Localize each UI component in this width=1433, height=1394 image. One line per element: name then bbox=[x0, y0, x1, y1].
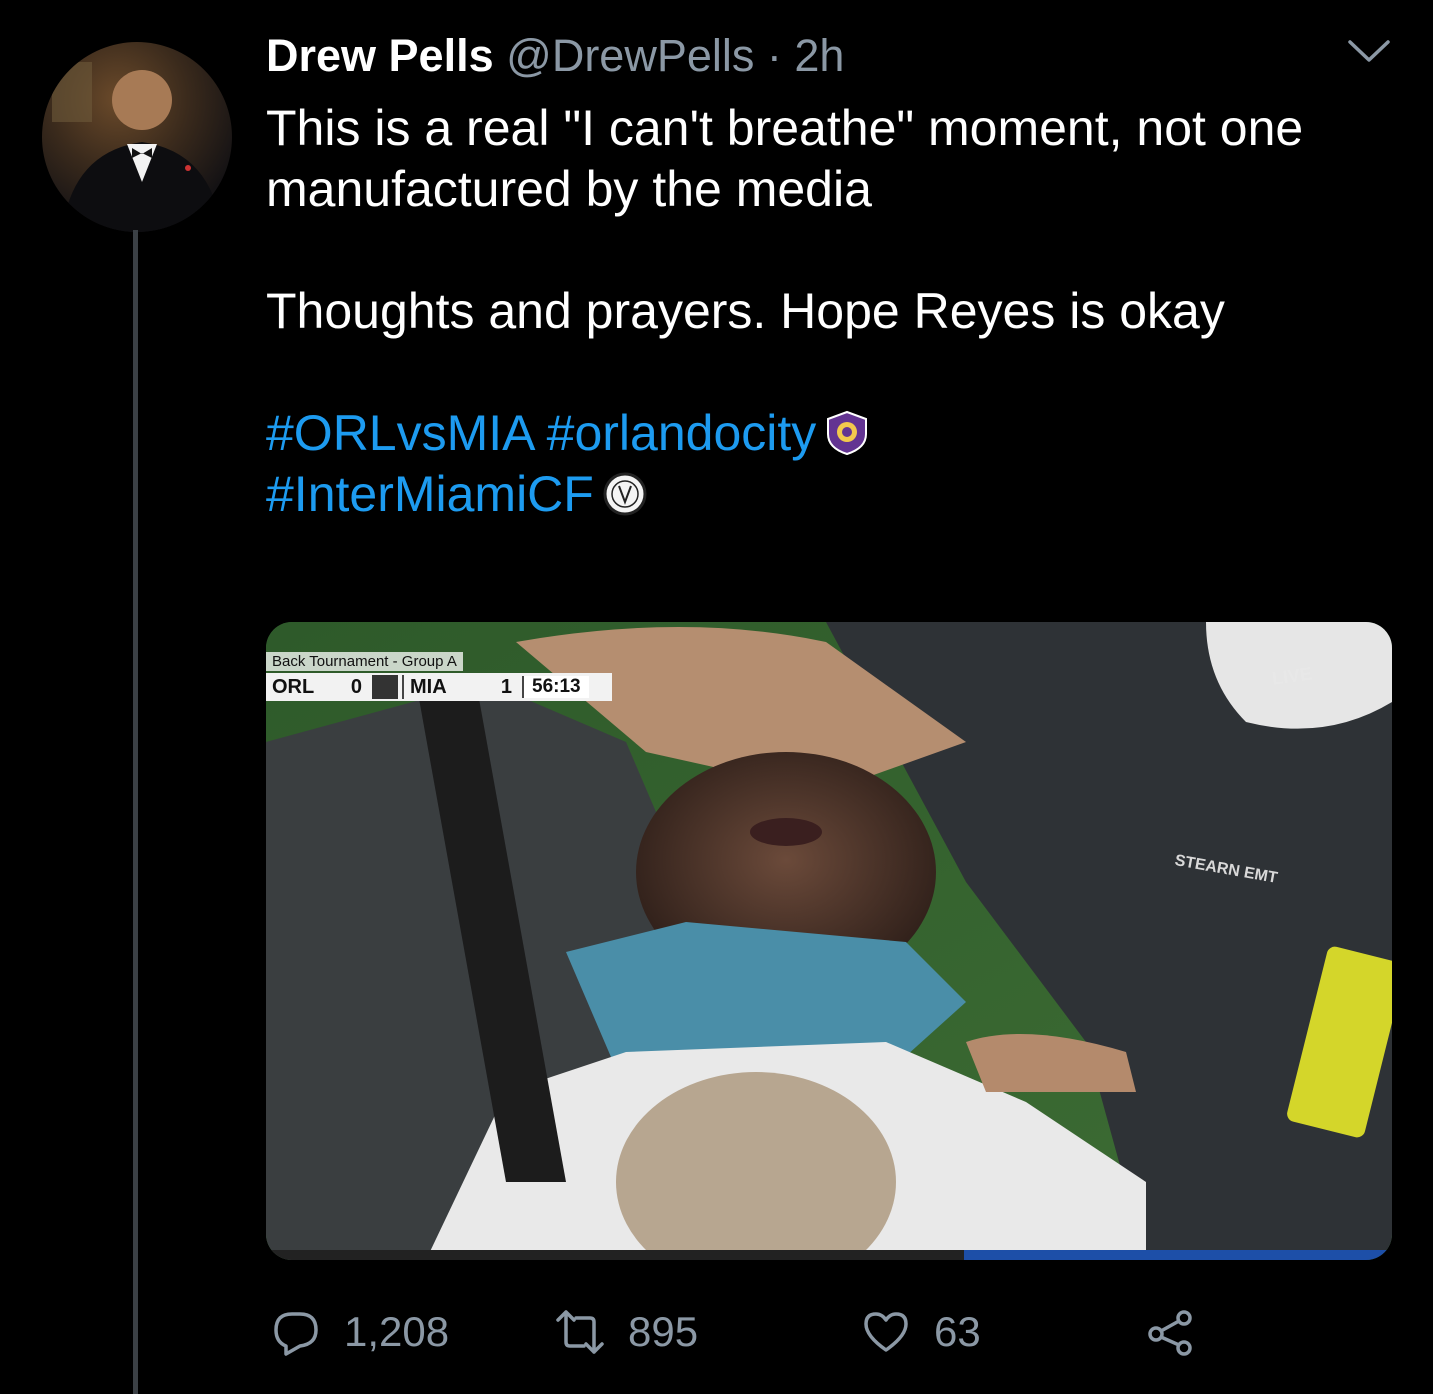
tweet-header: Drew Pells @DrewPells · 2h bbox=[266, 28, 844, 84]
tweet-timestamp[interactable]: 2h bbox=[794, 30, 844, 81]
author-handle[interactable]: @DrewPells bbox=[506, 30, 754, 81]
retweet-count: 895 bbox=[628, 1308, 699, 1355]
reply-button[interactable]: 1,208 bbox=[272, 1292, 449, 1372]
reply-count: 1,208 bbox=[344, 1308, 450, 1355]
author-name[interactable]: Drew Pells bbox=[266, 30, 494, 81]
hashtag-orlvsmia[interactable]: #ORLvsMIA bbox=[266, 405, 533, 461]
scorebug-team2: MIA bbox=[410, 675, 447, 698]
scorebug-clock: 56:13 bbox=[522, 676, 589, 698]
like-count: 63 bbox=[934, 1308, 981, 1355]
scorebug-score2: 1 bbox=[500, 675, 512, 698]
tweet-media[interactable]: Back Tournament - Group A ORL 0 MIA 1 56… bbox=[266, 622, 1392, 1260]
media-image bbox=[266, 622, 1392, 1260]
hashtag-orlandocity[interactable]: #orlandocity bbox=[547, 405, 817, 461]
retweet-button[interactable]: 895 bbox=[556, 1292, 698, 1372]
scorebug-round: Back Tournament - Group A bbox=[266, 652, 463, 671]
orlando-city-badge-icon bbox=[827, 410, 868, 456]
news-ticker bbox=[266, 1250, 1392, 1260]
tweet-body: This is a real "I can't breathe" moment,… bbox=[266, 98, 1386, 525]
share-icon bbox=[1148, 1310, 1192, 1356]
team-crest-icon bbox=[372, 675, 398, 699]
thread-line bbox=[133, 230, 138, 1394]
scorebug-team1: ORL bbox=[272, 675, 315, 698]
separator-dot: · bbox=[766, 30, 782, 81]
inter-miami-badge-icon bbox=[603, 472, 647, 516]
scorebug-score-row: ORL 0 MIA 1 56:13 bbox=[266, 673, 612, 701]
scorebug-score1: 0 bbox=[350, 675, 362, 698]
hashtag-intermiamicf[interactable]: #InterMiamiCF bbox=[266, 466, 594, 522]
chevron-down-icon[interactable] bbox=[1346, 36, 1392, 66]
avatar[interactable] bbox=[42, 42, 232, 232]
retweet-icon bbox=[556, 1310, 604, 1354]
reply-icon bbox=[274, 1312, 318, 1356]
tweet-text-line-1: This is a real "I can't breathe" moment,… bbox=[266, 100, 1304, 217]
tweet-actions: 1,208 895 63 bbox=[266, 1292, 1392, 1372]
share-button[interactable] bbox=[1146, 1292, 1218, 1372]
tweet-text-line-2: Thoughts and prayers. Hope Reyes is okay bbox=[266, 283, 1225, 339]
scorebug: Back Tournament - Group A ORL 0 MIA 1 56… bbox=[266, 652, 612, 701]
hashtag-line: #ORLvsMIA #orlandocity #InterMiamiCF bbox=[266, 403, 1386, 525]
like-icon bbox=[864, 1312, 908, 1352]
like-button[interactable]: 63 bbox=[862, 1292, 981, 1372]
avatar-photo bbox=[52, 62, 222, 232]
